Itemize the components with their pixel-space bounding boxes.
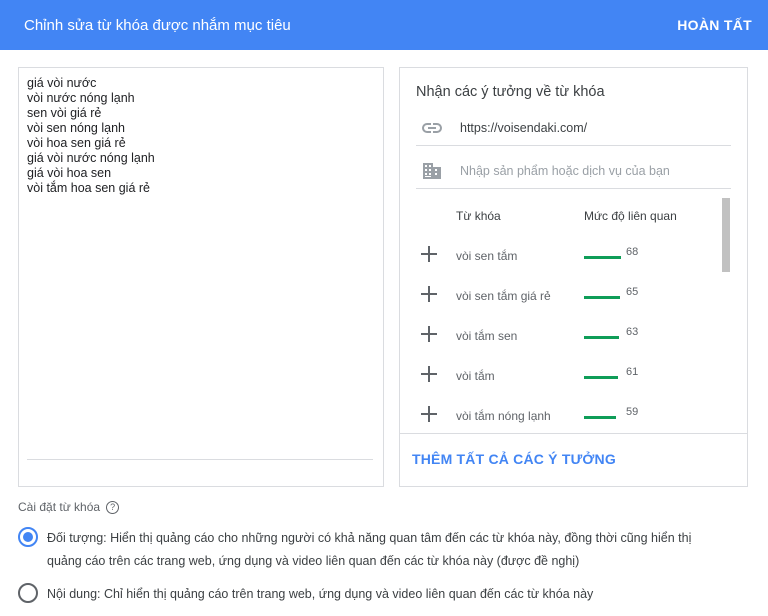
dialog-title: Chỉnh sửa từ khóa được nhắm mục tiêu <box>24 16 291 34</box>
add-keyword-plus-icon[interactable] <box>420 285 438 303</box>
idea-keyword: vòi tắm nóng lạnh <box>456 409 551 423</box>
relevance-score: 68 <box>626 246 639 258</box>
radio-label-audience: Đối tượng: Hiển thị quảng cáo cho những … <box>47 531 692 568</box>
idea-row: vòi sen tắm giá rẻ 65 <box>400 278 730 318</box>
keyword-settings-text: Cài đặt từ khóa <box>18 500 101 514</box>
add-keyword-plus-icon[interactable] <box>420 365 438 383</box>
keywords-textarea[interactable] <box>27 76 367 456</box>
relevance-score: 65 <box>626 286 639 298</box>
radio-button-audience[interactable] <box>18 527 38 547</box>
product-field[interactable] <box>416 153 731 189</box>
ideas-list: vòi sen tắm 68 vòi sen tắm giá rẻ 65 vòi tắm… <box>400 238 730 432</box>
keyword-ideas-panel: Nhận các ý tưởng về từ khóa https://vois… <box>399 67 748 487</box>
idea-keyword: vòi tắm sen <box>456 329 518 343</box>
keywords-underline <box>27 459 373 460</box>
ideas-title: Nhận các ý tưởng về từ khóa <box>416 84 605 100</box>
link-icon <box>420 118 444 138</box>
relevance-bar <box>584 376 618 379</box>
relevance-score: 63 <box>626 326 639 338</box>
dialog-header: Chỉnh sửa từ khóa được nhắm mục tiêu HOÀ… <box>0 0 768 50</box>
add-keyword-plus-icon[interactable] <box>420 245 438 263</box>
keyword-settings-label: Cài đặt từ khóa ? <box>18 500 120 514</box>
col-header-relevance: Mức độ liên quan <box>584 209 677 223</box>
keywords-panel <box>18 67 384 487</box>
url-value: https://voisendaki.com/ <box>460 120 588 135</box>
relevance-bar <box>584 336 619 339</box>
url-field[interactable]: https://voisendaki.com/ <box>416 110 731 146</box>
col-header-keyword: Từ khóa <box>456 209 501 223</box>
relevance-bar <box>584 256 621 259</box>
idea-keyword: vòi sen tắm <box>456 249 518 263</box>
relevance-score: 59 <box>626 406 639 418</box>
done-button[interactable]: HOÀN TẤT <box>677 17 752 33</box>
add-all-ideas-button[interactable]: THÊM TẤT CẢ CÁC Ý TƯỞNG <box>412 451 616 467</box>
radio-label-content: Nội dung: Chỉ hiển thị quảng cáo trên tr… <box>47 587 594 601</box>
product-input[interactable] <box>460 163 720 178</box>
radio-button-content[interactable] <box>18 583 38 603</box>
relevance-score: 61 <box>626 366 639 378</box>
radio-option-content[interactable]: Nội dung: Chỉ hiển thị quảng cáo trên tr… <box>18 583 727 606</box>
idea-row: vòi sen tắm 68 <box>400 238 730 278</box>
radio-option-audience[interactable]: Đối tượng: Hiển thị quảng cáo cho những … <box>18 527 727 573</box>
add-keyword-plus-icon[interactable] <box>420 325 438 343</box>
ideas-scrollbar[interactable] <box>722 198 730 272</box>
add-keyword-plus-icon[interactable] <box>420 405 438 423</box>
idea-row: vòi tắm nóng lạnh 59 <box>400 398 730 432</box>
building-icon <box>420 161 444 181</box>
idea-keyword: vòi tắm <box>456 369 495 383</box>
ideas-divider <box>400 433 747 434</box>
relevance-bar <box>584 296 620 299</box>
help-circle-icon[interactable]: ? <box>106 500 120 514</box>
idea-keyword: vòi sen tắm giá rẻ <box>456 289 551 303</box>
idea-row: vòi tắm 61 <box>400 358 730 398</box>
idea-row: vòi tắm sen 63 <box>400 318 730 358</box>
relevance-bar <box>584 416 616 419</box>
